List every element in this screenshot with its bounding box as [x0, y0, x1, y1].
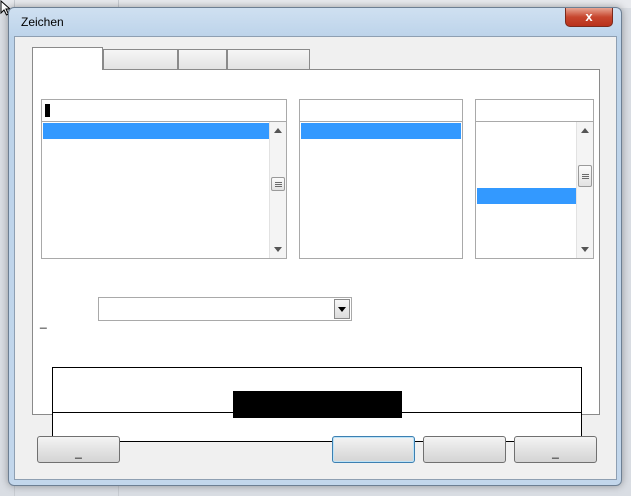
reset-button-label: _ — [552, 445, 559, 459]
help-button-label: _ — [75, 445, 82, 459]
font-list-scrollbar[interactable] — [269, 122, 286, 258]
scroll-down-icon[interactable] — [581, 247, 589, 252]
list-item-selected[interactable] — [301, 123, 461, 139]
dropdown-arrow-icon — [338, 307, 346, 312]
help-button[interactable]: _ — [37, 436, 120, 463]
character-dialog: Zeichen x _ _ _ — [8, 7, 622, 486]
font-tab-panel: _ — [32, 69, 600, 442]
grip-line — [582, 178, 589, 179]
text-cursor — [45, 104, 50, 117]
ok-button[interactable] — [332, 436, 415, 463]
list-item-selected[interactable] — [477, 188, 576, 204]
grip-line — [275, 184, 282, 185]
preview-text-block — [233, 391, 402, 418]
scroll-up-icon[interactable] — [581, 128, 589, 133]
list-item-selected[interactable] — [43, 123, 269, 139]
tab-position[interactable] — [178, 49, 227, 69]
tab-font[interactable] — [32, 47, 103, 70]
font-family-input[interactable] — [42, 100, 286, 122]
tab-highlighting[interactable] — [227, 49, 310, 69]
grip-line — [582, 176, 589, 177]
scroll-thumb[interactable] — [578, 165, 592, 187]
close-icon: x — [585, 9, 593, 24]
reset-button[interactable]: _ — [514, 436, 597, 463]
grip-line — [275, 182, 282, 183]
cancel-button[interactable] — [423, 436, 506, 463]
close-button[interactable]: x — [565, 8, 613, 27]
language-dropdown-button[interactable] — [334, 299, 350, 319]
grip-line — [275, 186, 282, 187]
font-family-list[interactable] — [41, 99, 287, 259]
dialog-client-area: _ _ _ — [14, 36, 617, 480]
scroll-thumb[interactable] — [271, 177, 285, 191]
font-size-input[interactable] — [476, 100, 593, 122]
font-style-list[interactable] — [299, 99, 463, 259]
window-title: Zeichen — [21, 15, 64, 29]
font-size-list[interactable] — [475, 99, 594, 259]
language-combobox[interactable] — [98, 297, 352, 321]
font-preview — [52, 367, 582, 442]
font-style-input[interactable] — [300, 100, 462, 122]
scroll-up-icon[interactable] — [274, 128, 282, 133]
title-bar[interactable]: Zeichen x — [9, 8, 621, 36]
scroll-down-icon[interactable] — [274, 247, 282, 252]
tab-font-effects[interactable] — [103, 49, 178, 69]
size-list-scrollbar[interactable] — [576, 122, 593, 258]
grip-line — [582, 174, 589, 175]
language-label: _ — [40, 315, 47, 329]
